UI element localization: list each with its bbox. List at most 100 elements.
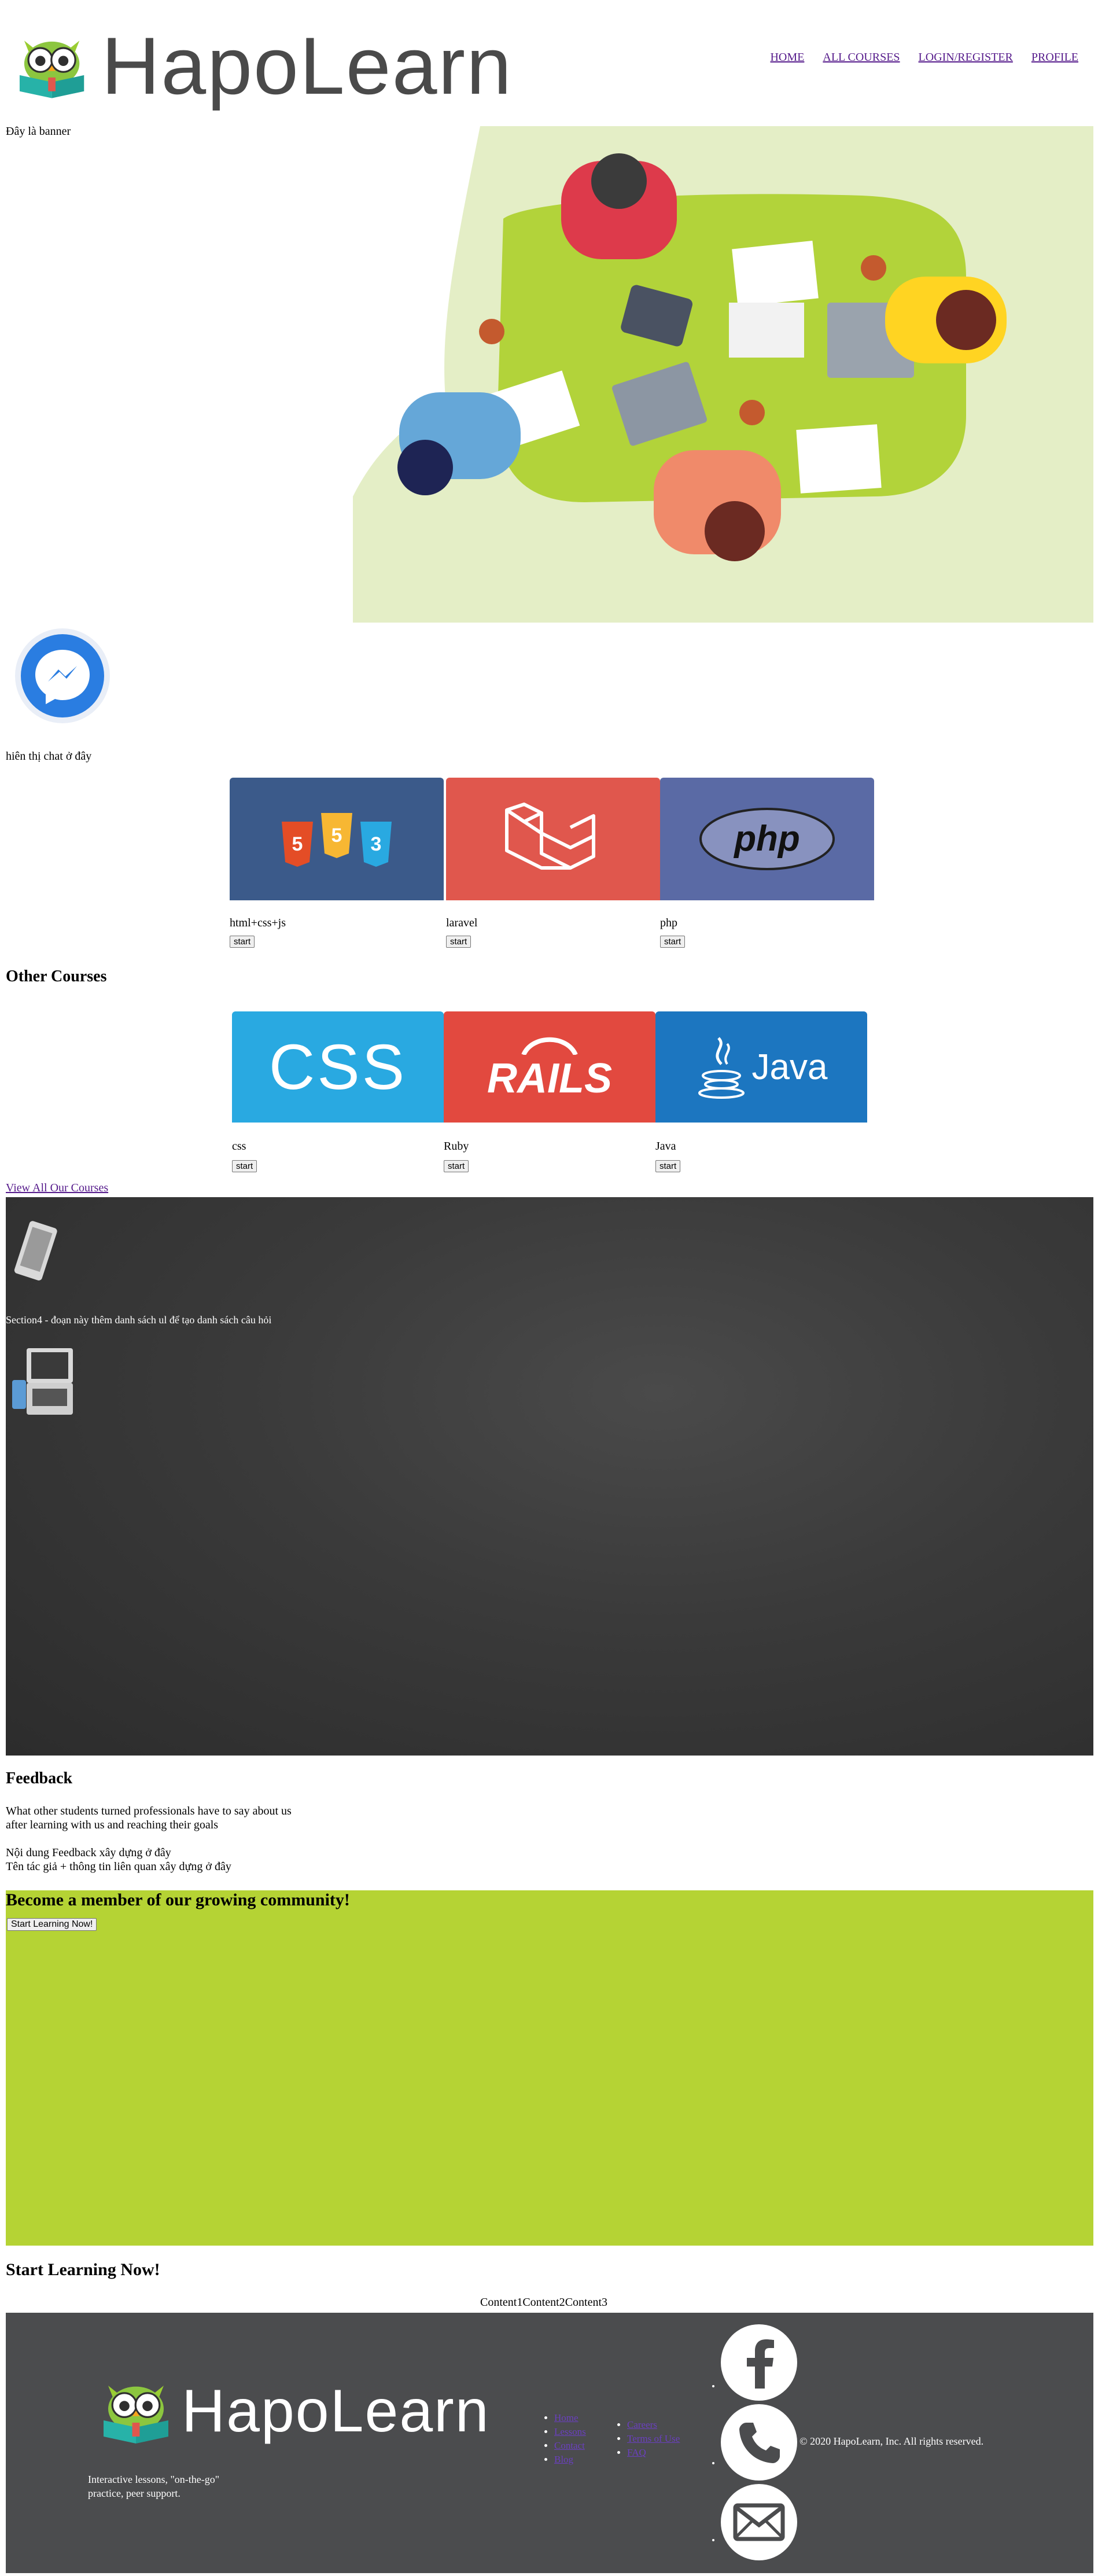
brand-logo[interactable]: HapoLearn bbox=[15, 14, 513, 118]
svg-text:php: php bbox=[733, 819, 800, 859]
facebook-button[interactable] bbox=[721, 2324, 797, 2401]
tab-content3[interactable]: Content3 bbox=[565, 2296, 607, 2309]
svg-text:3: 3 bbox=[371, 833, 382, 855]
course-card: 5 5 3 html+css+js start bbox=[230, 778, 444, 948]
laptop-image-icon bbox=[12, 1348, 73, 1415]
svg-text:5: 5 bbox=[331, 825, 342, 847]
course-card: RAILS Ruby start bbox=[444, 1011, 655, 1172]
messenger-icon bbox=[21, 634, 104, 717]
mail-button[interactable] bbox=[721, 2484, 797, 2560]
chat-label: hiên thị chat ở đây bbox=[6, 750, 92, 763]
footer-link-blog[interactable]: Blog bbox=[554, 2454, 573, 2465]
rails-arc-icon bbox=[521, 1037, 578, 1055]
footer-tagline-line2: practice, peer support. bbox=[88, 2487, 180, 2499]
java-cup-icon bbox=[698, 1037, 745, 1099]
banner-label: Đây là banner bbox=[6, 125, 71, 138]
brand-name: HapoLearn bbox=[101, 19, 513, 113]
community-start-button[interactable]: Start Learning Now! bbox=[7, 1918, 97, 1931]
owl-mascot-icon bbox=[104, 2386, 168, 2443]
nav-profile-link[interactable]: PROFILE bbox=[1031, 51, 1078, 64]
facebook-icon bbox=[747, 2339, 774, 2389]
phone-icon bbox=[739, 2423, 780, 2463]
footer: HapoLearn Interactive lessons, "on-the-g… bbox=[6, 2313, 1093, 2573]
course-thumb-php: php bbox=[660, 778, 874, 900]
footer-social-list bbox=[712, 2324, 797, 2560]
tab-content2[interactable]: Content2 bbox=[522, 2296, 565, 2309]
footer-link-contact[interactable]: Contact bbox=[554, 2440, 585, 2451]
svg-text:5: 5 bbox=[292, 833, 303, 855]
course-thumb-laravel bbox=[446, 778, 660, 900]
rails-logo-text: RAILS bbox=[487, 1055, 612, 1102]
course-card: Java Java start bbox=[655, 1011, 867, 1172]
messenger-button[interactable] bbox=[15, 628, 110, 723]
course-thumb-java: Java bbox=[655, 1011, 867, 1123]
footer-link-home[interactable]: Home bbox=[554, 2412, 579, 2423]
course-start-button[interactable]: start bbox=[444, 1160, 469, 1172]
course-thumb-css: CSS bbox=[232, 1011, 444, 1123]
java-logo-text: Java bbox=[751, 1047, 828, 1087]
banner-image bbox=[353, 126, 1093, 623]
footer-links-col2: Careers Terms of Use FAQ bbox=[617, 2418, 680, 2460]
course-thumb-html-css-js: 5 5 3 bbox=[230, 778, 444, 900]
footer-brand-logo[interactable]: HapoLearn bbox=[98, 2376, 490, 2446]
other-courses-heading: Other Courses bbox=[6, 967, 107, 985]
section4-text: Section4 - đoạn này thêm danh sách ul để… bbox=[6, 1314, 272, 1326]
course-title: html+css+js bbox=[230, 917, 286, 929]
course-title: php bbox=[660, 917, 677, 929]
tab-content1[interactable]: Content1 bbox=[480, 2296, 522, 2309]
feedback-desc-line2: after learning with us and reaching thei… bbox=[6, 1819, 219, 1831]
feedback-desc-line1: What other students turned professionals… bbox=[6, 1805, 292, 1817]
nav-all-courses-link[interactable]: ALL COURSES bbox=[823, 51, 900, 64]
brand-name-part1: Hap bbox=[182, 2377, 296, 2445]
nav-login-register-link[interactable]: LOGIN/REGISTER bbox=[919, 51, 1013, 64]
course-start-button[interactable]: start bbox=[230, 936, 255, 948]
laravel-logo-icon bbox=[505, 803, 595, 870]
brand-name-part3: Learn bbox=[299, 20, 513, 111]
course-thumb-rails: RAILS bbox=[444, 1011, 655, 1123]
view-all-courses-link[interactable]: View All Our Courses bbox=[6, 1182, 108, 1195]
footer-tagline: Interactive lessons, "on-the-go" practic… bbox=[88, 2472, 219, 2500]
course-card: CSS css start bbox=[232, 1011, 444, 1172]
brand-name-part1: Hap bbox=[101, 20, 254, 111]
footer-link-careers[interactable]: Careers bbox=[627, 2419, 657, 2430]
course-title: Ruby bbox=[444, 1140, 469, 1153]
css-logo-text: CSS bbox=[268, 1031, 407, 1103]
feedback-description: What other students turned professionals… bbox=[6, 1804, 292, 1832]
content-tabs: Content1 Content2 Content3 bbox=[480, 2296, 607, 2309]
footer-links-col1: Home Lessons Contact Blog bbox=[544, 2411, 586, 2467]
brand-name-part2: o bbox=[295, 2377, 330, 2445]
course-title: Java bbox=[655, 1140, 676, 1153]
footer-tagline-line1: Interactive lessons, "on-the-go" bbox=[88, 2474, 220, 2485]
phone-image-icon bbox=[14, 1221, 57, 1280]
community-heading: Become a member of our growing community… bbox=[6, 1890, 350, 1909]
course-start-button[interactable]: start bbox=[655, 1160, 681, 1172]
community-section: Become a member of our growing community… bbox=[6, 1890, 1093, 2246]
course-title: laravel bbox=[446, 917, 478, 929]
footer-link-terms[interactable]: Terms of Use bbox=[627, 2433, 680, 2444]
feedback-content: Nội dung Feedback xây dựng ở đây Tên tác… bbox=[6, 1846, 231, 1874]
footer-link-faq[interactable]: FAQ bbox=[627, 2447, 646, 2458]
nav-home-link[interactable]: HOME bbox=[770, 51, 804, 64]
brand-name-part3: Learn bbox=[330, 2377, 490, 2445]
course-start-button[interactable]: start bbox=[232, 1160, 257, 1172]
feedback-heading: Feedback bbox=[6, 1769, 73, 1787]
phone-button[interactable] bbox=[721, 2404, 797, 2481]
main-nav: HOME ALL COURSES LOGIN/REGISTER PROFILE bbox=[770, 51, 1078, 64]
brand-name-part2: o bbox=[253, 20, 300, 111]
course-start-button[interactable]: start bbox=[446, 936, 471, 948]
php-logo-icon: php bbox=[699, 808, 835, 870]
feedback-content-line1: Nội dung Feedback xây dựng ở đây bbox=[6, 1846, 171, 1859]
section4-chalkboard: Section4 - đoạn này thêm danh sách ul để… bbox=[6, 1197, 1093, 1756]
course-card: laravel start bbox=[446, 778, 660, 948]
team-meeting-illustration bbox=[353, 126, 1093, 623]
mail-icon bbox=[733, 2503, 785, 2541]
course-start-button[interactable]: start bbox=[660, 936, 686, 948]
owl-mascot-icon bbox=[19, 41, 84, 98]
html-css-js-logos-icon: 5 5 3 bbox=[282, 813, 392, 867]
feedback-content-line2: Tên tác giả + thông tin liên quan xây dự… bbox=[6, 1860, 231, 1873]
start-learning-heading: Start Learning Now! bbox=[6, 2260, 160, 2279]
footer-brand-name: HapoLearn bbox=[182, 2377, 490, 2446]
course-card: php php start bbox=[660, 778, 874, 948]
footer-link-lessons[interactable]: Lessons bbox=[554, 2426, 586, 2437]
footer-copyright: © 2020 HapoLearn, Inc. All rights reserv… bbox=[799, 2435, 984, 2447]
